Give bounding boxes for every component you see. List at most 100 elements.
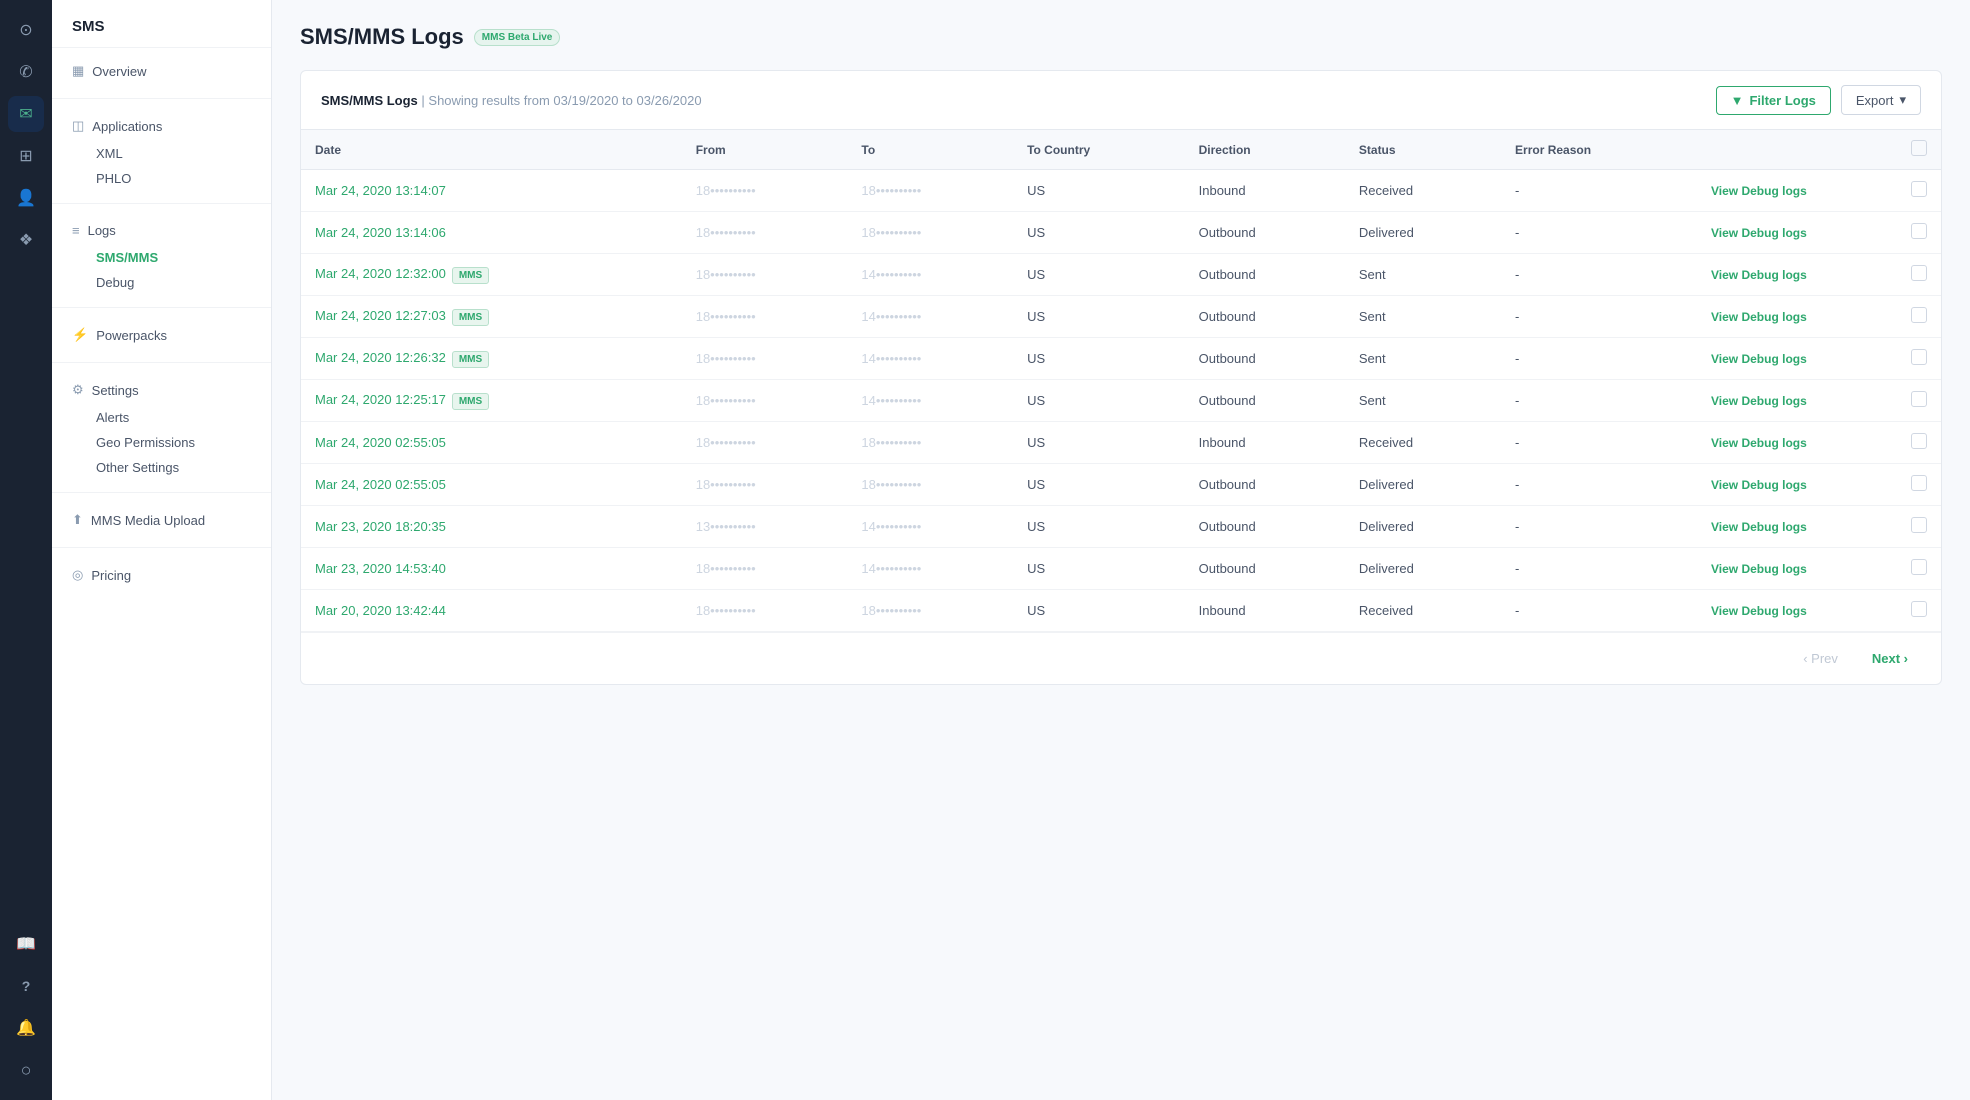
sidebar-item-alerts[interactable]: Alerts xyxy=(52,405,271,430)
date-link[interactable]: Mar 24, 2020 12:32:00 xyxy=(315,266,446,281)
sidebar-item-mms-media-upload[interactable]: ⬆ MMS Media Upload xyxy=(52,505,271,535)
upload-icon: ⬆ xyxy=(72,512,83,528)
cell-date[interactable]: Mar 23, 2020 14:53:40 xyxy=(301,548,682,590)
next-button[interactable]: Next › xyxy=(1859,645,1921,672)
cell-status: Delivered xyxy=(1345,464,1501,506)
row-select-checkbox[interactable] xyxy=(1911,265,1927,281)
help-nav-icon[interactable]: ? xyxy=(8,968,44,1004)
view-debug-link[interactable]: View Debug logs xyxy=(1711,604,1807,618)
cell-date[interactable]: Mar 24, 2020 02:55:05 xyxy=(301,464,682,506)
view-debug-link[interactable]: View Debug logs xyxy=(1711,520,1807,534)
view-debug-link[interactable]: View Debug logs xyxy=(1711,310,1807,324)
date-link[interactable]: Mar 24, 2020 13:14:07 xyxy=(315,183,446,198)
cell-date[interactable]: Mar 20, 2020 13:42:44 xyxy=(301,590,682,632)
view-debug-link[interactable]: View Debug logs xyxy=(1711,352,1807,366)
sidebar-item-xml[interactable]: XML xyxy=(52,141,271,166)
sidebar-item-pricing[interactable]: ◎ Pricing xyxy=(52,560,271,590)
sidebar-item-sms-mms[interactable]: SMS/MMS xyxy=(52,245,271,270)
view-debug-link[interactable]: View Debug logs xyxy=(1711,268,1807,282)
date-link[interactable]: Mar 24, 2020 02:55:05 xyxy=(315,435,446,450)
cell-status: Received xyxy=(1345,590,1501,632)
powerpacks-icon: ⚡ xyxy=(72,327,88,343)
book-nav-icon[interactable]: 📖 xyxy=(8,926,44,962)
cell-date[interactable]: Mar 24, 2020 12:32:00MMS xyxy=(301,254,682,296)
export-button[interactable]: Export ▾ xyxy=(1841,85,1921,115)
sidebar-item-debug[interactable]: Debug xyxy=(52,270,271,295)
cell-view-debug: View Debug logs xyxy=(1697,548,1897,590)
sidebar-item-geo-permissions[interactable]: Geo Permissions xyxy=(52,430,271,455)
cell-error-reason: - xyxy=(1501,170,1697,212)
date-link[interactable]: Mar 24, 2020 12:26:32 xyxy=(315,350,446,365)
cell-date[interactable]: Mar 23, 2020 18:20:35 xyxy=(301,506,682,548)
sidebar-item-phlo[interactable]: PHLO xyxy=(52,166,271,191)
view-debug-link[interactable]: View Debug logs xyxy=(1711,562,1807,576)
table-row: Mar 20, 2020 13:42:4418••••••••••18•••••… xyxy=(301,590,1941,632)
select-all-checkbox[interactable] xyxy=(1911,140,1927,156)
divider-2 xyxy=(52,203,271,204)
filter-logs-button[interactable]: ▼ Filter Logs xyxy=(1716,86,1831,115)
row-select-checkbox[interactable] xyxy=(1911,223,1927,239)
view-debug-link[interactable]: View Debug logs xyxy=(1711,478,1807,492)
date-link[interactable]: Mar 24, 2020 12:27:03 xyxy=(315,308,446,323)
sidebar-item-settings[interactable]: ⚙ Settings xyxy=(52,375,271,405)
cell-to: 14•••••••••• xyxy=(847,338,1013,380)
sidebar-section-overview: ▦ Overview xyxy=(52,48,271,94)
date-link[interactable]: Mar 24, 2020 12:25:17 xyxy=(315,392,446,407)
cell-direction: Outbound xyxy=(1185,506,1345,548)
bell-nav-icon[interactable]: 🔔 xyxy=(8,1010,44,1046)
table-row: Mar 24, 2020 12:32:00MMS18••••••••••14••… xyxy=(301,254,1941,296)
sms-nav-icon[interactable]: ✉ xyxy=(8,96,44,132)
divider-5 xyxy=(52,492,271,493)
filter-icon: ▼ xyxy=(1731,93,1744,108)
cell-date[interactable]: Mar 24, 2020 13:14:07 xyxy=(301,170,682,212)
view-debug-link[interactable]: View Debug logs xyxy=(1711,184,1807,198)
date-link[interactable]: Mar 23, 2020 14:53:40 xyxy=(315,561,446,576)
table-row: Mar 23, 2020 14:53:4018••••••••••14•••••… xyxy=(301,548,1941,590)
date-link[interactable]: Mar 20, 2020 13:42:44 xyxy=(315,603,446,618)
layers-nav-icon[interactable]: ❖ xyxy=(8,222,44,258)
cell-from: 18•••••••••• xyxy=(682,254,848,296)
row-select-checkbox[interactable] xyxy=(1911,559,1927,575)
cell-date[interactable]: Mar 24, 2020 12:26:32MMS xyxy=(301,338,682,380)
row-select-checkbox[interactable] xyxy=(1911,601,1927,617)
row-select-checkbox[interactable] xyxy=(1911,517,1927,533)
cell-view-debug: View Debug logs xyxy=(1697,296,1897,338)
people-nav-icon[interactable]: 👤 xyxy=(8,180,44,216)
cell-to-country: US xyxy=(1013,548,1185,590)
row-select-checkbox[interactable] xyxy=(1911,475,1927,491)
filter-logs-label: Filter Logs xyxy=(1749,93,1815,108)
view-debug-link[interactable]: View Debug logs xyxy=(1711,394,1807,408)
sidebar-item-overview[interactable]: ▦ Overview xyxy=(52,56,271,86)
cell-checkbox xyxy=(1897,548,1941,590)
cell-date[interactable]: Mar 24, 2020 12:27:03MMS xyxy=(301,296,682,338)
applications-icon: ◫ xyxy=(72,118,84,134)
sidebar-item-powerpacks[interactable]: ⚡ Powerpacks xyxy=(52,320,271,350)
prev-button[interactable]: ‹ Prev xyxy=(1790,645,1851,672)
row-select-checkbox[interactable] xyxy=(1911,307,1927,323)
cell-to-country: US xyxy=(1013,380,1185,422)
export-chevron-icon: ▾ xyxy=(1899,92,1906,108)
sidebar-item-logs[interactable]: ≡ Logs xyxy=(52,216,271,245)
cell-date[interactable]: Mar 24, 2020 02:55:05 xyxy=(301,422,682,464)
sidebar-item-label-settings: Settings xyxy=(92,383,139,398)
row-select-checkbox[interactable] xyxy=(1911,433,1927,449)
date-link[interactable]: Mar 24, 2020 13:14:06 xyxy=(315,225,446,240)
date-link[interactable]: Mar 23, 2020 18:20:35 xyxy=(315,519,446,534)
cell-date[interactable]: Mar 24, 2020 13:14:06 xyxy=(301,212,682,254)
date-link[interactable]: Mar 24, 2020 02:55:05 xyxy=(315,477,446,492)
sidebar-item-applications[interactable]: ◫ Applications xyxy=(52,111,271,141)
phone-icon[interactable]: ✆ xyxy=(8,54,44,90)
pricing-icon: ◎ xyxy=(72,567,83,583)
cell-status: Delivered xyxy=(1345,212,1501,254)
home-icon[interactable]: ⊙ xyxy=(8,12,44,48)
view-debug-link[interactable]: View Debug logs xyxy=(1711,226,1807,240)
view-debug-link[interactable]: View Debug logs xyxy=(1711,436,1807,450)
sidebar-item-other-settings[interactable]: Other Settings xyxy=(52,455,271,480)
row-select-checkbox[interactable] xyxy=(1911,391,1927,407)
row-select-checkbox[interactable] xyxy=(1911,349,1927,365)
cell-date[interactable]: Mar 24, 2020 12:25:17MMS xyxy=(301,380,682,422)
grid-nav-icon[interactable]: ⊞ xyxy=(8,138,44,174)
cell-to: 18•••••••••• xyxy=(847,464,1013,506)
globe-nav-icon[interactable]: ○ xyxy=(8,1052,44,1088)
row-select-checkbox[interactable] xyxy=(1911,181,1927,197)
